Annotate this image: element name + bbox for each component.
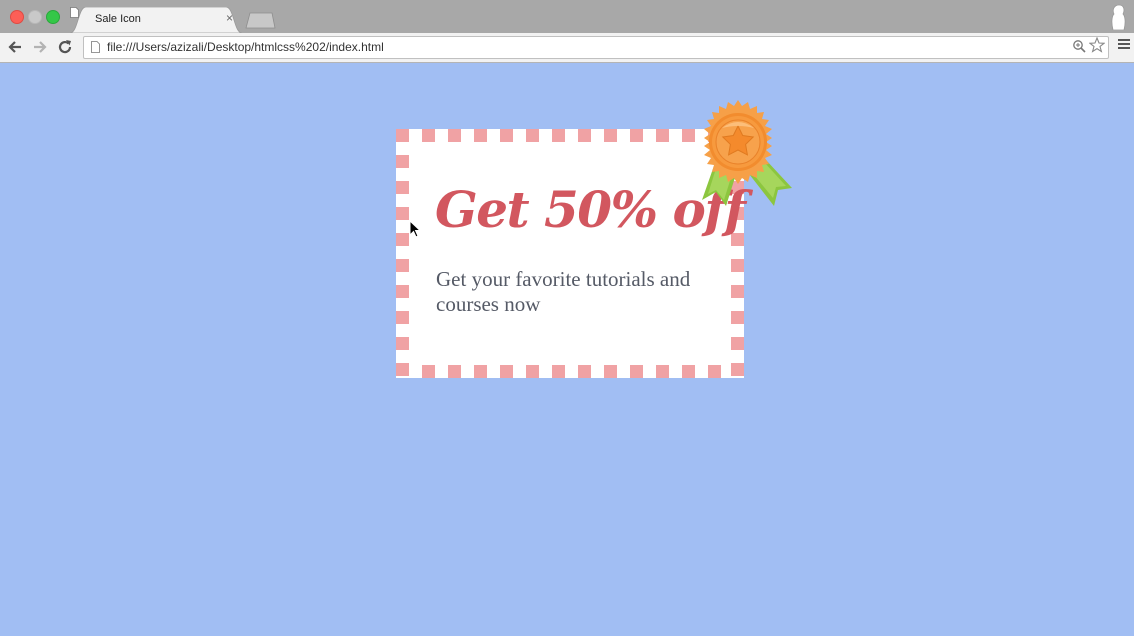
coupon-description: Get your favorite tutorials and courses … — [436, 267, 691, 316]
browser-chrome: Sale Icon × file:///Users/azizali/Deskto… — [0, 0, 1134, 63]
star-icon[interactable] — [1089, 37, 1105, 53]
document-icon — [70, 7, 79, 18]
address-url: file:///Users/azizali/Desktop/htmlcss%20… — [107, 40, 384, 54]
tab-title: Sale Icon — [95, 13, 141, 25]
reload-icon — [58, 40, 72, 54]
coupon-border-bottom — [396, 365, 744, 378]
award-ribbon-icon — [702, 100, 792, 206]
zoom-icon[interactable] — [1072, 39, 1086, 53]
tab-strip: Sale Icon × — [0, 0, 1134, 33]
browser-toolbar: file:///Users/azizali/Desktop/htmlcss%20… — [0, 33, 1134, 63]
coupon-border-left — [396, 129, 409, 378]
arrow-right-icon — [34, 41, 47, 53]
coupon-body — [409, 142, 731, 365]
arrow-left-icon — [8, 41, 21, 53]
address-bar[interactable]: file:///Users/azizali/Desktop/htmlcss%20… — [83, 36, 1109, 59]
document-icon — [91, 41, 100, 53]
tab-close-icon[interactable]: × — [226, 11, 233, 25]
reload-button[interactable] — [55, 37, 75, 57]
mouse-cursor-icon — [409, 220, 421, 238]
hamburger-menu-icon[interactable] — [1118, 39, 1130, 51]
tab-sale-icon[interactable]: Sale Icon × — [70, 7, 242, 33]
maximize-window-button[interactable] — [46, 10, 60, 24]
minimize-window-button[interactable] — [28, 10, 42, 24]
back-button[interactable] — [5, 37, 25, 57]
forward-button[interactable] — [30, 37, 50, 57]
profile-icon[interactable] — [1110, 4, 1126, 30]
new-tab-button[interactable] — [244, 12, 276, 29]
close-window-button[interactable] — [10, 10, 24, 24]
